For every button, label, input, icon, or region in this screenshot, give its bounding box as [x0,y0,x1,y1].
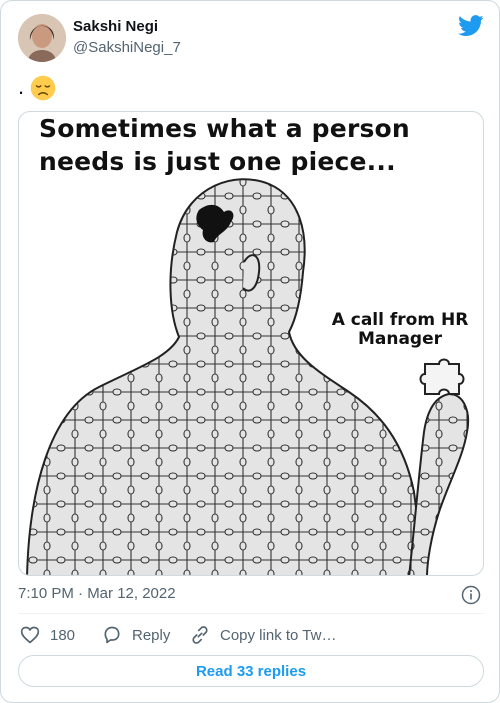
meme-caption: Sometimes what a person needs is just on… [39,112,469,178]
info-icon[interactable] [461,585,481,605]
reply-button[interactable]: Reply [102,623,170,647]
twitter-bird-icon[interactable] [458,15,484,37]
tweet-card: Sakshi Negi @SakshiNegi_7 . Sometimes wh… [0,0,500,703]
like-button[interactable]: 180 [20,623,75,647]
like-count: 180 [50,626,76,644]
meme-caption-line-1: Sometimes what a person [39,114,410,143]
tweet-text-body: . [18,74,25,99]
reply-label: Reply [132,626,171,644]
disappointed-face-icon [30,75,56,101]
meme-caption-line-2: needs is just one piece... [39,147,396,176]
tweet-media-image[interactable]: Sometimes what a person needs is just on… [18,111,484,576]
tweet-actions: 180 Reply Copy link to Twe… [18,623,484,647]
piece-label: A call from HR Manager [315,310,483,349]
copy-link-label: Copy link to Twe… [220,626,340,644]
tweet-text: . [18,73,56,101]
read-replies-button[interactable]: Read 33 replies [18,655,484,687]
author-handle[interactable]: @SakshiNegi_7 [73,39,181,56]
copy-link-button[interactable]: Copy link to Twe… [190,623,340,647]
link-icon [192,626,208,644]
tweet-header: Sakshi Negi @SakshiNegi_7 [18,14,484,62]
heart-icon [20,626,40,644]
piece-label-line-2: Manager [357,329,443,349]
piece-label-line-1: A call from HR [331,310,469,330]
reply-bubble-icon [104,626,120,644]
author-name[interactable]: Sakshi Negi [73,18,158,35]
avatar[interactable] [18,14,66,62]
divider [18,613,484,614]
tweet-timestamp[interactable]: 7:10 PM · Mar 12, 2022 [18,585,176,602]
